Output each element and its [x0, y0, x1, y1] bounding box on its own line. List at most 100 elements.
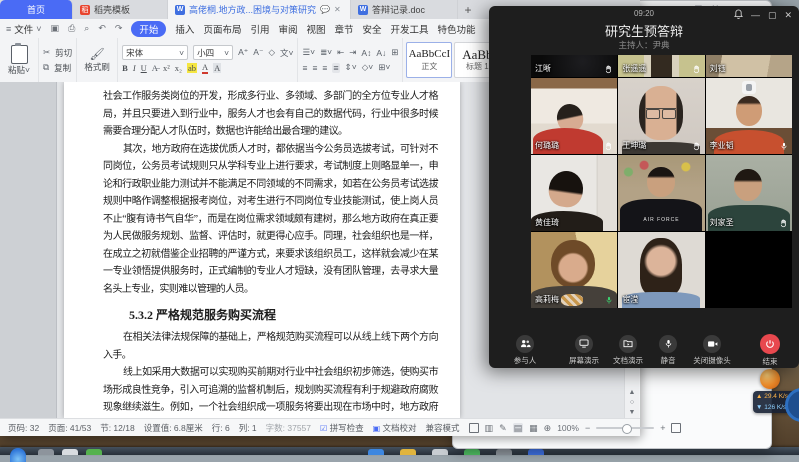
web-view-icon[interactable]: ▦	[529, 423, 538, 433]
zoom-level[interactable]: 100%	[557, 423, 579, 433]
screen-share-button[interactable]: 屏幕演示	[562, 335, 606, 366]
video-tile[interactable]: 张遥遥	[618, 55, 704, 77]
menu-item-insert[interactable]: 插入	[175, 22, 194, 36]
zoom-in-icon[interactable]: +	[660, 423, 665, 433]
strikethrough-icon[interactable]: A̶	[152, 63, 158, 73]
taskbar-icon[interactable]	[38, 449, 54, 455]
video-tile[interactable]: 王坤璐	[618, 78, 704, 154]
tab-template[interactable]: 稻 稻壳模板	[73, 0, 168, 19]
taskbar-icon[interactable]	[62, 449, 78, 455]
document-page[interactable]: 社会工作服务类岗位的开发，形成多行业、多领域、多部门的全方位专业人才格局，并且只…	[64, 82, 460, 418]
highlight-color-button[interactable]: ab	[187, 63, 197, 73]
style-normal[interactable]: AaBbCcI正文	[406, 42, 452, 78]
decrease-indent-icon[interactable]: ⇤	[337, 47, 344, 58]
speed-ball-widget[interactable]	[760, 369, 780, 389]
video-tile[interactable]: 江晰	[531, 55, 617, 77]
zoom-slider-knob[interactable]	[622, 424, 632, 434]
menu-item-features[interactable]: 特色功能	[438, 22, 476, 36]
page-view-icon[interactable]: ▤	[513, 423, 524, 433]
file-menu[interactable]: ≡文件˅	[6, 22, 42, 36]
zoom-slider[interactable]	[596, 427, 654, 429]
close-icon[interactable]: ✕	[784, 10, 792, 20]
copy-button[interactable]: ⧉复制	[43, 60, 72, 75]
taskbar-icon[interactable]	[528, 449, 544, 455]
video-tile[interactable]: 黄佳琦	[531, 155, 617, 231]
notification-bell-icon[interactable]	[734, 9, 743, 21]
menu-item-view[interactable]: 视图	[306, 22, 325, 36]
new-tab-button[interactable]: +	[458, 0, 478, 19]
table-icon[interactable]: ⊞	[391, 47, 398, 58]
font-size-select[interactable]: 小四˅	[193, 45, 233, 60]
align-right-icon[interactable]: ≡	[322, 63, 327, 73]
video-tile[interactable]: 刘钰	[706, 55, 792, 77]
maximize-icon[interactable]: ▢	[768, 10, 777, 20]
format-painter-button[interactable]: 🖌 格式刷	[77, 38, 118, 82]
fit-page-icon[interactable]	[671, 423, 681, 433]
char-shading-button[interactable]: A	[213, 63, 221, 73]
line-spacing-icon[interactable]: ⇕˅	[345, 62, 357, 73]
save-icon[interactable]: ▣	[51, 23, 60, 34]
end-meeting-button[interactable]: 结束	[753, 334, 787, 367]
cut-button[interactable]: ✂剪切	[43, 45, 72, 60]
menu-item-security[interactable]: 安全	[363, 22, 382, 36]
align-center-icon[interactable]: ≡	[312, 63, 317, 73]
video-tile[interactable]: 高莉梅	[531, 232, 617, 308]
shrink-font-icon[interactable]: A⁻	[253, 47, 263, 58]
justify-icon[interactable]: ≡	[332, 63, 339, 73]
navigation-pane[interactable]	[0, 82, 57, 418]
paste-button[interactable]: 粘贴˅	[0, 38, 39, 82]
proofing-toggle[interactable]: ▣ 文档校对	[373, 422, 417, 434]
video-tile-empty[interactable]	[706, 232, 792, 308]
shading-icon[interactable]: ◇˅	[362, 62, 374, 73]
bold-button[interactable]: B	[122, 63, 128, 73]
preview-icon[interactable]: ⌕	[84, 23, 89, 34]
phonetic-guide-icon[interactable]: 文˅	[280, 47, 293, 59]
video-tile[interactable]: 宦滢	[618, 232, 704, 308]
pen-icon[interactable]: ✎	[499, 423, 507, 433]
underline-button[interactable]: U	[141, 63, 147, 73]
grow-font-icon[interactable]: A⁺	[238, 47, 248, 58]
taskbar-icon[interactable]	[400, 449, 416, 455]
tab-document-1[interactable]: W 高佬桐.地方政...困境与对策研究 💬 ✕	[168, 0, 351, 19]
tab-document-2[interactable]: W 答辩记录.doc	[351, 0, 458, 19]
participants-button[interactable]: 参与人	[503, 335, 547, 366]
align-left-icon[interactable]: ≡	[302, 63, 307, 73]
video-tile[interactable]: AIR FORCE	[618, 155, 704, 231]
fullscreen-icon[interactable]	[469, 423, 479, 433]
superscript-button[interactable]: x²	[163, 63, 170, 73]
undo-icon[interactable]: ↶	[98, 23, 106, 34]
tab-home[interactable]: 首页	[0, 0, 73, 19]
text-direction-icon[interactable]: A↕	[361, 48, 371, 58]
two-page-view-icon[interactable]: ▥	[485, 423, 494, 433]
increase-indent-icon[interactable]: ⇥	[349, 47, 356, 58]
menu-item-section[interactable]: 章节	[335, 22, 354, 36]
select-browse-icon[interactable]: ○	[630, 399, 634, 406]
borders-icon[interactable]: ⊞˅	[378, 62, 390, 73]
redo-icon[interactable]: ↷	[115, 23, 123, 34]
clear-format-icon[interactable]: ◇	[268, 47, 275, 58]
menu-item-dev-tools[interactable]: 开发工具	[391, 22, 429, 36]
numbered-list-icon[interactable]: ≣˅	[320, 47, 332, 58]
italic-button[interactable]: I	[133, 63, 136, 73]
taskbar-icon[interactable]	[86, 449, 102, 455]
comment-icon[interactable]: 💬	[320, 5, 330, 14]
sort-icon[interactable]: A↓	[376, 48, 386, 58]
mute-button[interactable]: 静音	[650, 335, 686, 366]
bullet-list-icon[interactable]: ☰˅	[302, 47, 315, 58]
menu-item-page-layout[interactable]: 页面布局	[203, 22, 241, 36]
menu-item-home[interactable]: 开始	[131, 21, 166, 37]
font-name-select[interactable]: 宋体˅	[122, 45, 188, 60]
subscript-button[interactable]: x₂	[175, 63, 182, 73]
taskbar-icon[interactable]	[368, 449, 384, 455]
zoom-out-icon[interactable]: −	[585, 423, 590, 433]
taskbar-icon[interactable]	[496, 449, 512, 455]
video-tile[interactable]: 李业韬	[706, 78, 792, 154]
previous-page-icon[interactable]: ▲	[629, 389, 636, 396]
outline-view-icon[interactable]: ⊕	[544, 423, 552, 433]
minimize-icon[interactable]: —	[751, 10, 760, 20]
spell-check-toggle[interactable]: ☑ 拼写检查	[320, 422, 364, 434]
camera-off-button[interactable]: 关闭摄像头	[686, 335, 738, 366]
menu-item-references[interactable]: 引用	[250, 22, 269, 36]
taskbar-icon[interactable]	[464, 449, 480, 455]
next-page-icon[interactable]: ▼	[629, 409, 636, 416]
